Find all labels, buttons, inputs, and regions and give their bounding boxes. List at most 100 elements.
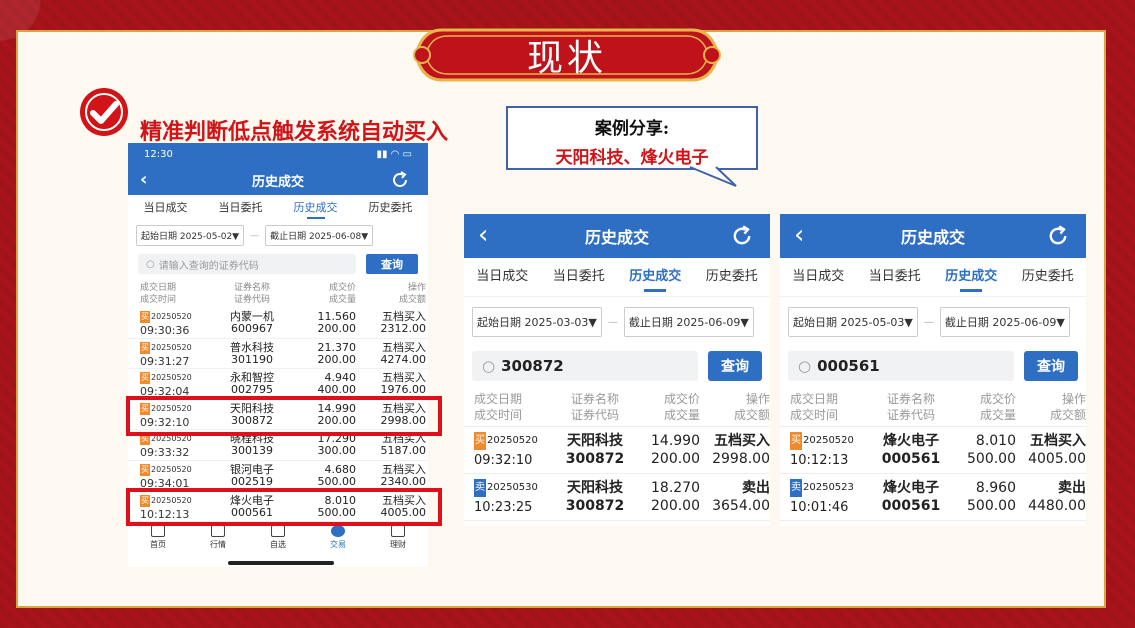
start-date-select[interactable]: 起始日期 2025-05-02▼ xyxy=(136,225,245,246)
end-date-select[interactable]: 截止日期 2025-06-09▼ xyxy=(623,307,754,337)
trade-time: 09:33:32 xyxy=(140,446,190,460)
tab-history-orders[interactable]: 历史委托 xyxy=(694,258,771,296)
search-icon: ○ xyxy=(146,258,155,270)
trade-datetime: 买 20250520 09:30:36 xyxy=(140,311,214,338)
tabbar-wealth[interactable]: 理财 xyxy=(368,521,428,555)
tab-today-trades[interactable]: 当日成交 xyxy=(464,258,541,296)
trade-time: 09:32:10 xyxy=(474,453,533,468)
trade-operation: 五档买入 xyxy=(1030,433,1086,449)
back-icon[interactable]: ‹ xyxy=(140,169,147,190)
tabbar-trade[interactable]: 交易 xyxy=(308,521,368,555)
table-row[interactable]: 买 20250520 09:31:27 普水科技 301190 21.370 200.00 五… xyxy=(128,339,428,370)
tabbar-market[interactable]: 行情 xyxy=(188,521,248,555)
search-value: 300872 xyxy=(501,357,564,375)
refresh-icon[interactable] xyxy=(1046,224,1070,248)
security: 天阳科技 300872 xyxy=(550,479,640,520)
price-qty: 8.960 500.00 xyxy=(956,479,1016,520)
end-date-select[interactable]: 截止日期 2025-06-09▼ xyxy=(939,307,1070,337)
trade-datetime: 买 20250520 10:12:13 xyxy=(790,432,866,473)
trade-qty: 200.00 xyxy=(651,451,700,467)
side-badge: 买 xyxy=(140,311,150,323)
trade-qty: 200.00 xyxy=(317,352,357,366)
tabbar-home[interactable]: 首页 xyxy=(128,521,188,555)
security: 烽火电子 000561 xyxy=(866,479,956,520)
tab-bar: 当日成交 当日委托 历史成交 历史委托 xyxy=(780,258,1086,296)
eye-icon xyxy=(391,525,405,537)
trade-qty: 200.00 xyxy=(651,498,700,514)
search-input[interactable]: ○ 300872 xyxy=(472,351,698,381)
search-button[interactable]: 查询 xyxy=(366,254,418,274)
security: 内蒙一机 600967 xyxy=(214,311,290,338)
tab-today-trades[interactable]: 当日成交 xyxy=(780,258,857,296)
tab-today-orders[interactable]: 当日委托 xyxy=(857,258,934,296)
tab-history-orders[interactable]: 历史委托 xyxy=(1010,258,1087,296)
trade-datetime: 买 20250520 09:31:27 xyxy=(140,341,214,369)
trade-time: 10:23:25 xyxy=(474,500,533,515)
side-badge: 买 xyxy=(140,372,150,385)
refresh-icon[interactable] xyxy=(390,170,410,190)
trade-amount: 2340.00 xyxy=(380,474,427,488)
slide-title: 现状 xyxy=(526,38,607,79)
search-button[interactable]: 查询 xyxy=(1024,351,1078,381)
price-qty: 18.270 200.00 xyxy=(640,479,700,520)
bottom-tabbar: 首页 行情 自选 交易 理财 xyxy=(128,521,428,555)
date-range: 起始日期 2025-03-03▼ — 截止日期 2025-06-09▼ xyxy=(464,296,770,347)
trade-price: 8.010 xyxy=(975,433,1016,449)
tab-history-trades[interactable]: 历史成交 xyxy=(278,195,353,221)
trade-date: 20250530 xyxy=(487,482,538,493)
table-row[interactable]: 卖 20250530 10:23:25 天阳科技 300872 18.270 200.00 卖… xyxy=(464,474,770,521)
table-row[interactable]: 买 20250520 09:32:10 天阳科技 300872 14.990 200.00 五… xyxy=(464,427,770,474)
price-qty: 14.990 200.00 xyxy=(640,432,700,473)
table-row[interactable]: 卖 20250523 10:01:46 烽火电子 000561 8.960 500.00 卖出… xyxy=(780,474,1086,521)
start-date-select[interactable]: 起始日期 2025-05-03▼ xyxy=(788,307,918,337)
tab-history-trades[interactable]: 历史成交 xyxy=(933,258,1010,296)
start-date-select[interactable]: 起始日期 2025-03-03▼ xyxy=(472,307,602,337)
security-code: 301190 xyxy=(231,352,273,366)
trade-amount: 2998.00 xyxy=(712,451,770,467)
search-icon: ○ xyxy=(798,357,812,375)
trade-price: 8.960 xyxy=(975,480,1016,496)
security: 永和智控 002795 xyxy=(214,372,290,399)
trade-operation: 卖出 xyxy=(742,480,770,496)
security-code: 300872 xyxy=(565,451,625,467)
security-name: 天阳科技 xyxy=(567,433,623,449)
price-qty: 8.010 500.00 xyxy=(956,432,1016,473)
nav-title: 历史成交 xyxy=(251,174,304,190)
refresh-icon[interactable] xyxy=(730,224,754,248)
trade-qty: 300.00 xyxy=(317,444,357,458)
search-input[interactable]: ○ 000561 xyxy=(788,351,1014,381)
home-icon xyxy=(151,525,165,537)
case-callout: 案例分享: 天阳科技、烽火电子 xyxy=(506,106,758,170)
tab-history-orders[interactable]: 历史委托 xyxy=(353,195,428,221)
trade-datetime: 卖 20250523 10:01:46 xyxy=(790,479,866,520)
status-time: 12:30 xyxy=(144,148,173,160)
home-indicator xyxy=(228,561,334,565)
tab-today-orders[interactable]: 当日委托 xyxy=(203,195,278,221)
nav-title: 历史成交 xyxy=(584,228,649,247)
table-row[interactable]: 买 20250520 10:12:13 烽火电子 000561 8.010 500.00 五档… xyxy=(780,427,1086,474)
security-code: 300872 xyxy=(565,498,625,514)
back-icon[interactable]: ‹ xyxy=(478,220,488,250)
op-amount: 五档买入 4274.00 xyxy=(356,341,427,369)
search-input[interactable]: ○ 请输入查询的证券代码 xyxy=(138,254,356,274)
tab-history-trades[interactable]: 历史成交 xyxy=(617,258,694,296)
table-row[interactable]: 买 20250520 09:34:01 银河电子 002519 4.680 500.00 五档… xyxy=(128,461,428,492)
back-icon[interactable]: ‹ xyxy=(794,220,804,250)
security-code: 000561 xyxy=(881,451,941,467)
trade-qty: 500.00 xyxy=(317,474,357,488)
trade-qty: 500.00 xyxy=(967,498,1016,514)
security-code: 600967 xyxy=(231,322,273,335)
tabbar-watchlist[interactable]: 自选 xyxy=(248,521,308,555)
search-value: 000561 xyxy=(817,357,880,375)
security: 银河电子 002519 xyxy=(214,463,290,491)
tab-today-trades[interactable]: 当日成交 xyxy=(128,195,203,221)
table-row[interactable]: 买 20250520 09:30:36 内蒙一机 600967 11.560 200.00 五… xyxy=(128,308,428,339)
end-date-select[interactable]: 截止日期 2025-06-08▼ xyxy=(265,225,374,246)
side-badge: 买 xyxy=(140,341,150,354)
side-badge: 买 xyxy=(790,432,802,450)
trade-amount: 2312.00 xyxy=(380,322,427,335)
price-qty: 17.290 300.00 xyxy=(290,433,357,460)
op-amount: 五档买入 2312.00 xyxy=(356,311,427,338)
search-button[interactable]: 查询 xyxy=(708,351,762,381)
tab-today-orders[interactable]: 当日委托 xyxy=(541,258,618,296)
